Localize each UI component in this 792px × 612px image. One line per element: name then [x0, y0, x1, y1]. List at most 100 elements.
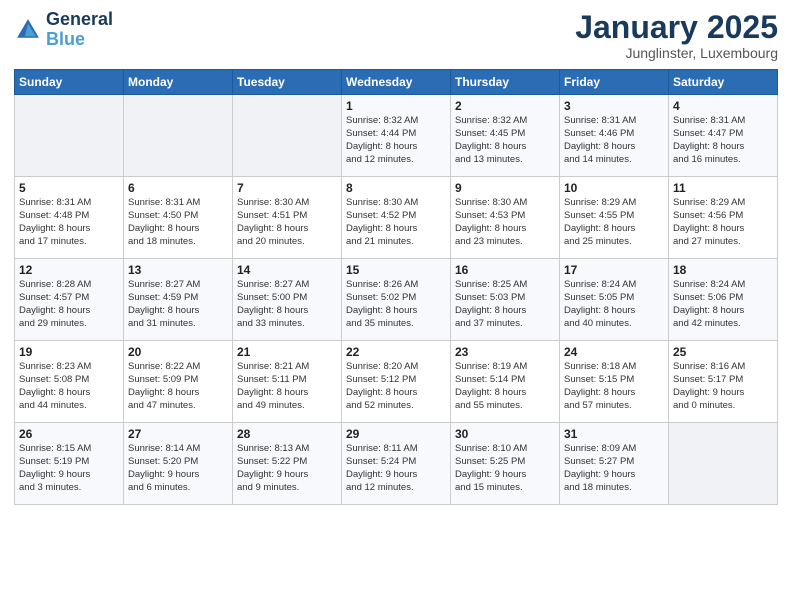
- day-number: 15: [346, 263, 446, 277]
- day-number: 24: [564, 345, 664, 359]
- day-number: 31: [564, 427, 664, 441]
- calendar-header: SundayMondayTuesdayWednesdayThursdayFrid…: [15, 70, 778, 95]
- day-cell: [669, 423, 778, 505]
- day-number: 7: [237, 181, 337, 195]
- day-cell: 22Sunrise: 8:20 AM Sunset: 5:12 PM Dayli…: [342, 341, 451, 423]
- day-number: 19: [19, 345, 119, 359]
- month-title: January 2025: [575, 10, 778, 45]
- day-info: Sunrise: 8:10 AM Sunset: 5:25 PM Dayligh…: [455, 443, 555, 494]
- day-info: Sunrise: 8:11 AM Sunset: 5:24 PM Dayligh…: [346, 443, 446, 494]
- day-cell: 16 Sunrise: 8:25 AM Sunset: 5:03 PM Dayli…: [451, 259, 560, 341]
- calendar-body: 1 Sunrise: 8:32 AM Sunset: 4:44 PM Daylig…: [15, 95, 778, 505]
- day-info: Sunrise: 8:31 AM Sunset: 4:50 PM Dayligh…: [128, 197, 228, 248]
- weekday-header-wednesday: Wednesday: [342, 70, 451, 95]
- day-number: 20: [128, 345, 228, 359]
- day-number: 1: [346, 99, 446, 113]
- day-cell: [233, 95, 342, 177]
- title-block: January 2025 Junglinster, Luxembourg: [575, 10, 778, 61]
- day-number: 8: [346, 181, 446, 195]
- day-number: 18: [673, 263, 773, 277]
- day-number: 14: [237, 263, 337, 277]
- calendar-table: SundayMondayTuesdayWednesdayThursdayFrid…: [14, 69, 778, 505]
- day-info: Sunrise: 8:28 AM Sunset: 4:57 PM Dayligh…: [19, 279, 119, 330]
- day-cell: 23Sunrise: 8:19 AM Sunset: 5:14 PM Dayli…: [451, 341, 560, 423]
- day-info: Sunrise: 8:20 AM Sunset: 5:12 PM Dayligh…: [346, 361, 446, 412]
- day-info: Sunrise: 8:32 AM Sunset: 4:44 PM Dayligh…: [346, 115, 446, 166]
- week-row-5: 26 Sunrise: 8:15 AM Sunset: 5:19 PM Dayli…: [15, 423, 778, 505]
- day-number: 27: [128, 427, 228, 441]
- day-number: 5: [19, 181, 119, 195]
- day-cell: 27 Sunrise: 8:14 AM Sunset: 5:20 PM Dayli…: [124, 423, 233, 505]
- day-number: 30: [455, 427, 555, 441]
- day-info: Sunrise: 8:24 AM Sunset: 5:05 PM Dayligh…: [564, 279, 664, 330]
- weekday-header-saturday: Saturday: [669, 70, 778, 95]
- day-cell: 2Sunrise: 8:32 AM Sunset: 4:45 PM Daylig…: [451, 95, 560, 177]
- day-cell: 11 Sunrise: 8:29 AM Sunset: 4:56 PM Dayli…: [669, 177, 778, 259]
- day-info: Sunrise: 8:14 AM Sunset: 5:20 PM Dayligh…: [128, 443, 228, 494]
- day-cell: 18 Sunrise: 8:24 AM Sunset: 5:06 PM Dayli…: [669, 259, 778, 341]
- weekday-row: SundayMondayTuesdayWednesdayThursdayFrid…: [15, 70, 778, 95]
- day-cell: 1 Sunrise: 8:32 AM Sunset: 4:44 PM Daylig…: [342, 95, 451, 177]
- weekday-header-friday: Friday: [560, 70, 669, 95]
- day-cell: 13 Sunrise: 8:27 AM Sunset: 4:59 PM Dayli…: [124, 259, 233, 341]
- day-cell: 4Sunrise: 8:31 AM Sunset: 4:47 PM Daylig…: [669, 95, 778, 177]
- day-number: 25: [673, 345, 773, 359]
- day-number: 29: [346, 427, 446, 441]
- weekday-header-sunday: Sunday: [15, 70, 124, 95]
- day-info: Sunrise: 8:22 AM Sunset: 5:09 PM Dayligh…: [128, 361, 228, 412]
- day-cell: 24 Sunrise: 8:18 AM Sunset: 5:15 PM Dayli…: [560, 341, 669, 423]
- day-info: Sunrise: 8:30 AM Sunset: 4:52 PM Dayligh…: [346, 197, 446, 248]
- day-cell: 10Sunrise: 8:29 AM Sunset: 4:55 PM Dayli…: [560, 177, 669, 259]
- day-number: 26: [19, 427, 119, 441]
- day-info: Sunrise: 8:25 AM Sunset: 5:03 PM Dayligh…: [455, 279, 555, 330]
- week-row-2: 5 Sunrise: 8:31 AM Sunset: 4:48 PM Daylig…: [15, 177, 778, 259]
- day-info: Sunrise: 8:24 AM Sunset: 5:06 PM Dayligh…: [673, 279, 773, 330]
- day-cell: 9Sunrise: 8:30 AM Sunset: 4:53 PM Daylig…: [451, 177, 560, 259]
- day-info: Sunrise: 8:15 AM Sunset: 5:19 PM Dayligh…: [19, 443, 119, 494]
- day-info: Sunrise: 8:13 AM Sunset: 5:22 PM Dayligh…: [237, 443, 337, 494]
- day-info: Sunrise: 8:18 AM Sunset: 5:15 PM Dayligh…: [564, 361, 664, 412]
- day-number: 16: [455, 263, 555, 277]
- day-cell: 7 Sunrise: 8:30 AM Sunset: 4:51 PM Daylig…: [233, 177, 342, 259]
- day-cell: 12 Sunrise: 8:28 AM Sunset: 4:57 PM Dayli…: [15, 259, 124, 341]
- day-cell: 29 Sunrise: 8:11 AM Sunset: 5:24 PM Dayli…: [342, 423, 451, 505]
- day-info: Sunrise: 8:27 AM Sunset: 5:00 PM Dayligh…: [237, 279, 337, 330]
- day-cell: [15, 95, 124, 177]
- day-number: 28: [237, 427, 337, 441]
- day-number: 6: [128, 181, 228, 195]
- day-info: Sunrise: 8:16 AM Sunset: 5:17 PM Dayligh…: [673, 361, 773, 412]
- day-info: Sunrise: 8:29 AM Sunset: 4:55 PM Dayligh…: [564, 197, 664, 248]
- weekday-header-thursday: Thursday: [451, 70, 560, 95]
- day-cell: 3Sunrise: 8:31 AM Sunset: 4:46 PM Daylig…: [560, 95, 669, 177]
- calendar-container: General Blue January 2025 Junglinster, L…: [0, 0, 792, 612]
- day-cell: 20 Sunrise: 8:22 AM Sunset: 5:09 PM Dayli…: [124, 341, 233, 423]
- day-cell: 21Sunrise: 8:21 AM Sunset: 5:11 PM Dayli…: [233, 341, 342, 423]
- day-number: 13: [128, 263, 228, 277]
- day-info: Sunrise: 8:30 AM Sunset: 4:51 PM Dayligh…: [237, 197, 337, 248]
- day-cell: 8 Sunrise: 8:30 AM Sunset: 4:52 PM Daylig…: [342, 177, 451, 259]
- day-cell: 17Sunrise: 8:24 AM Sunset: 5:05 PM Dayli…: [560, 259, 669, 341]
- weekday-header-monday: Monday: [124, 70, 233, 95]
- day-cell: 5 Sunrise: 8:31 AM Sunset: 4:48 PM Daylig…: [15, 177, 124, 259]
- day-info: Sunrise: 8:19 AM Sunset: 5:14 PM Dayligh…: [455, 361, 555, 412]
- day-cell: 19Sunrise: 8:23 AM Sunset: 5:08 PM Dayli…: [15, 341, 124, 423]
- logo-text: General Blue: [46, 10, 113, 50]
- week-row-1: 1 Sunrise: 8:32 AM Sunset: 4:44 PM Daylig…: [15, 95, 778, 177]
- header: General Blue January 2025 Junglinster, L…: [14, 10, 778, 61]
- logo-icon: [14, 16, 42, 44]
- day-info: Sunrise: 8:31 AM Sunset: 4:48 PM Dayligh…: [19, 197, 119, 248]
- day-info: Sunrise: 8:31 AM Sunset: 4:46 PM Dayligh…: [564, 115, 664, 166]
- day-number: 11: [673, 181, 773, 195]
- day-info: Sunrise: 8:29 AM Sunset: 4:56 PM Dayligh…: [673, 197, 773, 248]
- logo-line2: Blue: [46, 30, 113, 50]
- day-info: Sunrise: 8:27 AM Sunset: 4:59 PM Dayligh…: [128, 279, 228, 330]
- day-number: 21: [237, 345, 337, 359]
- logo: General Blue: [14, 10, 113, 50]
- day-number: 12: [19, 263, 119, 277]
- day-cell: 25 Sunrise: 8:16 AM Sunset: 5:17 PM Dayli…: [669, 341, 778, 423]
- day-cell: 6 Sunrise: 8:31 AM Sunset: 4:50 PM Daylig…: [124, 177, 233, 259]
- day-cell: [124, 95, 233, 177]
- location: Junglinster, Luxembourg: [575, 45, 778, 61]
- day-cell: 30 Sunrise: 8:10 AM Sunset: 5:25 PM Dayli…: [451, 423, 560, 505]
- day-cell: 31Sunrise: 8:09 AM Sunset: 5:27 PM Dayli…: [560, 423, 669, 505]
